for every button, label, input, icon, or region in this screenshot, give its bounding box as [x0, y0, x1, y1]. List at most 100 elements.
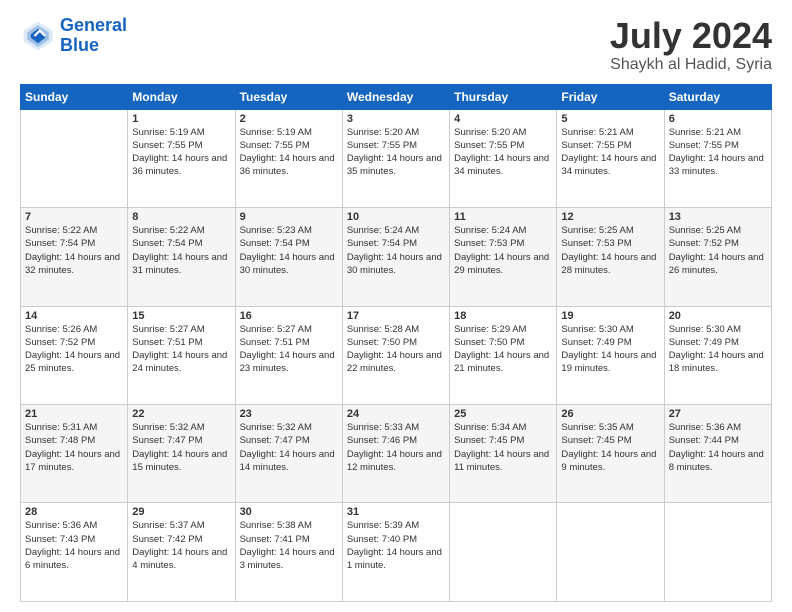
day-info: Sunrise: 5:33 AM Sunset: 7:46 PM Dayligh…	[347, 421, 445, 474]
daylight: Daylight: 14 hours and 11 minutes.	[454, 448, 552, 475]
calendar-cell: 18 Sunrise: 5:29 AM Sunset: 7:50 PM Dayl…	[450, 306, 557, 404]
sunrise: Sunrise: 5:20 AM	[347, 126, 445, 139]
sunrise: Sunrise: 5:22 AM	[132, 224, 230, 237]
sunrise: Sunrise: 5:24 AM	[347, 224, 445, 237]
daylight: Daylight: 14 hours and 35 minutes.	[347, 152, 445, 179]
day-info: Sunrise: 5:19 AM Sunset: 7:55 PM Dayligh…	[240, 126, 338, 179]
day-number: 31	[347, 506, 445, 518]
sunset: Sunset: 7:45 PM	[561, 434, 659, 447]
sunset: Sunset: 7:55 PM	[132, 139, 230, 152]
day-number: 17	[347, 310, 445, 322]
logo-line1: General	[60, 15, 127, 35]
day-info: Sunrise: 5:30 AM Sunset: 7:49 PM Dayligh…	[669, 323, 767, 376]
calendar-week-4: 28 Sunrise: 5:36 AM Sunset: 7:43 PM Dayl…	[21, 503, 772, 602]
day-info: Sunrise: 5:38 AM Sunset: 7:41 PM Dayligh…	[240, 519, 338, 572]
logo: General Blue	[20, 16, 127, 56]
daylight: Daylight: 14 hours and 1 minute.	[347, 546, 445, 573]
day-info: Sunrise: 5:35 AM Sunset: 7:45 PM Dayligh…	[561, 421, 659, 474]
calendar-cell: 25 Sunrise: 5:34 AM Sunset: 7:45 PM Dayl…	[450, 405, 557, 503]
sunset: Sunset: 7:46 PM	[347, 434, 445, 447]
day-number: 7	[25, 211, 123, 223]
sunset: Sunset: 7:55 PM	[561, 139, 659, 152]
day-number: 15	[132, 310, 230, 322]
calendar-cell: 4 Sunrise: 5:20 AM Sunset: 7:55 PM Dayli…	[450, 109, 557, 207]
day-info: Sunrise: 5:25 AM Sunset: 7:53 PM Dayligh…	[561, 224, 659, 277]
sunset: Sunset: 7:42 PM	[132, 533, 230, 546]
daylight: Daylight: 14 hours and 32 minutes.	[25, 251, 123, 278]
day-number: 23	[240, 408, 338, 420]
calendar-cell: 9 Sunrise: 5:23 AM Sunset: 7:54 PM Dayli…	[235, 208, 342, 306]
daylight: Daylight: 14 hours and 14 minutes.	[240, 448, 338, 475]
sunrise: Sunrise: 5:36 AM	[25, 519, 123, 532]
calendar-cell: 5 Sunrise: 5:21 AM Sunset: 7:55 PM Dayli…	[557, 109, 664, 207]
day-number: 13	[669, 211, 767, 223]
sunrise: Sunrise: 5:32 AM	[240, 421, 338, 434]
day-number: 18	[454, 310, 552, 322]
day-info: Sunrise: 5:22 AM Sunset: 7:54 PM Dayligh…	[25, 224, 123, 277]
sunset: Sunset: 7:45 PM	[454, 434, 552, 447]
daylight: Daylight: 14 hours and 12 minutes.	[347, 448, 445, 475]
day-info: Sunrise: 5:21 AM Sunset: 7:55 PM Dayligh…	[669, 126, 767, 179]
daylight: Daylight: 14 hours and 31 minutes.	[132, 251, 230, 278]
day-info: Sunrise: 5:22 AM Sunset: 7:54 PM Dayligh…	[132, 224, 230, 277]
sunset: Sunset: 7:54 PM	[240, 237, 338, 250]
day-number: 24	[347, 408, 445, 420]
sunset: Sunset: 7:55 PM	[240, 139, 338, 152]
sunset: Sunset: 7:55 PM	[669, 139, 767, 152]
day-number: 10	[347, 211, 445, 223]
calendar-cell	[557, 503, 664, 602]
day-number: 27	[669, 408, 767, 420]
day-info: Sunrise: 5:39 AM Sunset: 7:40 PM Dayligh…	[347, 519, 445, 572]
col-sunday: Sunday	[21, 84, 128, 109]
daylight: Daylight: 14 hours and 23 minutes.	[240, 349, 338, 376]
main-title: July 2024	[610, 16, 772, 56]
daylight: Daylight: 14 hours and 34 minutes.	[454, 152, 552, 179]
col-monday: Monday	[128, 84, 235, 109]
daylight: Daylight: 14 hours and 29 minutes.	[454, 251, 552, 278]
sunrise: Sunrise: 5:31 AM	[25, 421, 123, 434]
day-number: 28	[25, 506, 123, 518]
day-number: 20	[669, 310, 767, 322]
logo-line2: Blue	[60, 35, 99, 55]
sunset: Sunset: 7:53 PM	[561, 237, 659, 250]
day-info: Sunrise: 5:26 AM Sunset: 7:52 PM Dayligh…	[25, 323, 123, 376]
page: General Blue July 2024 Shaykh al Hadid, …	[0, 0, 792, 612]
sunrise: Sunrise: 5:19 AM	[240, 126, 338, 139]
sunrise: Sunrise: 5:34 AM	[454, 421, 552, 434]
calendar-cell: 26 Sunrise: 5:35 AM Sunset: 7:45 PM Dayl…	[557, 405, 664, 503]
sunset: Sunset: 7:49 PM	[561, 336, 659, 349]
sunset: Sunset: 7:40 PM	[347, 533, 445, 546]
sunset: Sunset: 7:44 PM	[669, 434, 767, 447]
day-info: Sunrise: 5:27 AM Sunset: 7:51 PM Dayligh…	[240, 323, 338, 376]
day-info: Sunrise: 5:37 AM Sunset: 7:42 PM Dayligh…	[132, 519, 230, 572]
daylight: Daylight: 14 hours and 6 minutes.	[25, 546, 123, 573]
sunset: Sunset: 7:50 PM	[347, 336, 445, 349]
calendar-cell: 14 Sunrise: 5:26 AM Sunset: 7:52 PM Dayl…	[21, 306, 128, 404]
daylight: Daylight: 14 hours and 30 minutes.	[240, 251, 338, 278]
day-number: 11	[454, 211, 552, 223]
sunset: Sunset: 7:55 PM	[347, 139, 445, 152]
day-number: 8	[132, 211, 230, 223]
daylight: Daylight: 14 hours and 26 minutes.	[669, 251, 767, 278]
sunrise: Sunrise: 5:36 AM	[669, 421, 767, 434]
calendar-cell: 11 Sunrise: 5:24 AM Sunset: 7:53 PM Dayl…	[450, 208, 557, 306]
sunrise: Sunrise: 5:38 AM	[240, 519, 338, 532]
daylight: Daylight: 14 hours and 34 minutes.	[561, 152, 659, 179]
calendar-header-row: Sunday Monday Tuesday Wednesday Thursday…	[21, 84, 772, 109]
day-number: 30	[240, 506, 338, 518]
logo-text: General Blue	[60, 16, 127, 56]
day-number: 9	[240, 211, 338, 223]
daylight: Daylight: 14 hours and 9 minutes.	[561, 448, 659, 475]
daylight: Daylight: 14 hours and 36 minutes.	[240, 152, 338, 179]
sunset: Sunset: 7:52 PM	[669, 237, 767, 250]
subtitle: Shaykh al Hadid, Syria	[610, 56, 772, 74]
sunset: Sunset: 7:54 PM	[347, 237, 445, 250]
sunset: Sunset: 7:48 PM	[25, 434, 123, 447]
sunset: Sunset: 7:43 PM	[25, 533, 123, 546]
sunrise: Sunrise: 5:28 AM	[347, 323, 445, 336]
daylight: Daylight: 14 hours and 8 minutes.	[669, 448, 767, 475]
calendar-cell: 12 Sunrise: 5:25 AM Sunset: 7:53 PM Dayl…	[557, 208, 664, 306]
calendar-cell	[664, 503, 771, 602]
day-info: Sunrise: 5:25 AM Sunset: 7:52 PM Dayligh…	[669, 224, 767, 277]
calendar-cell: 2 Sunrise: 5:19 AM Sunset: 7:55 PM Dayli…	[235, 109, 342, 207]
